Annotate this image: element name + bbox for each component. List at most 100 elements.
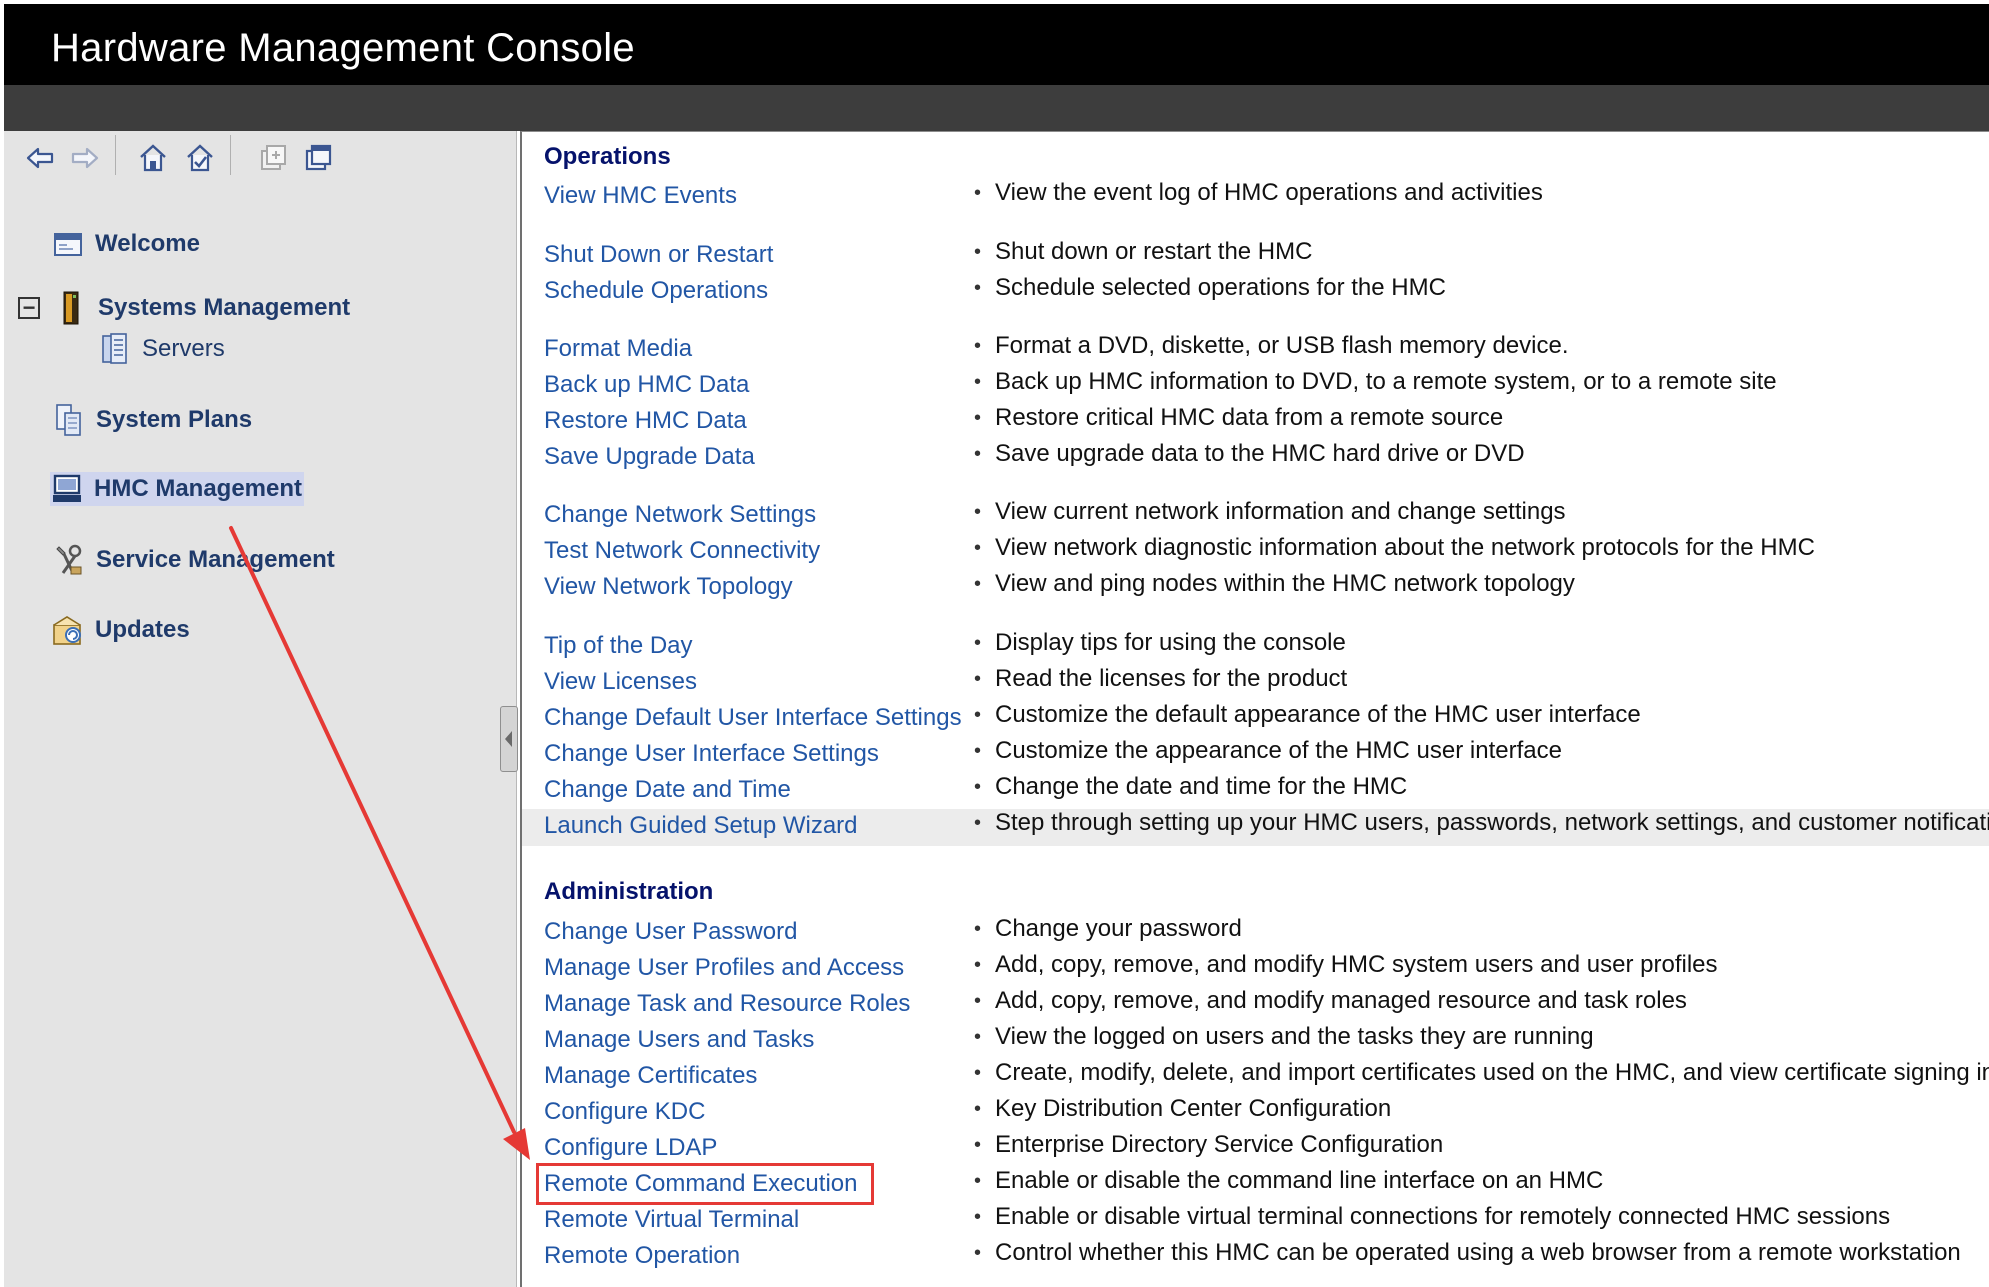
task-row-hover: Launch Guided Setup Wizard • Step throug… xyxy=(522,809,1989,846)
task-link[interactable]: Schedule Operations xyxy=(544,277,768,305)
task-link[interactable]: Change Network Settings xyxy=(544,501,816,529)
task-link[interactable]: Back up HMC Data xyxy=(544,371,749,399)
bullet: • xyxy=(974,335,982,357)
task-link[interactable]: Change Default User Interface Settings xyxy=(544,704,962,732)
sidebar-item-label: Updates xyxy=(95,616,190,643)
new-window-icon[interactable] xyxy=(254,139,292,177)
home-icon[interactable] xyxy=(134,139,172,177)
task-link[interactable]: Configure KDC xyxy=(544,1098,705,1126)
task-link[interactable]: Save Upgrade Data xyxy=(544,443,755,471)
bullet: • xyxy=(974,443,982,465)
task-link[interactable]: Remote Operation xyxy=(544,1242,740,1270)
sidebar-item-hmc-management[interactable]: HMC Management xyxy=(50,472,305,506)
sidebar-item-systems-management[interactable]: Systems Management xyxy=(54,291,350,325)
updates-icon xyxy=(51,613,85,647)
task-row: Restore HMC Data • Restore critical HMC … xyxy=(522,404,1989,441)
computer-icon xyxy=(50,472,84,506)
task-link[interactable]: Change User Interface Settings xyxy=(544,740,879,768)
task-link[interactable]: Change User Password xyxy=(544,918,797,946)
bullet: • xyxy=(974,776,982,798)
bullet: • xyxy=(974,954,982,976)
task-description: View the event log of HMC operations and… xyxy=(995,179,1543,206)
task-row: Schedule Operations • Schedule selected … xyxy=(522,274,1989,311)
bullet: • xyxy=(974,182,982,204)
back-icon[interactable] xyxy=(21,139,59,177)
task-description: Read the licenses for the product xyxy=(995,665,1348,692)
task-description: Control whether this HMC can be operated… xyxy=(995,1239,1961,1266)
sidebar-item-welcome[interactable]: Welcome xyxy=(51,227,200,261)
sidebar-item-updates[interactable]: Updates xyxy=(51,613,190,647)
task-row: Remote Operation • Control whether this … xyxy=(522,1239,1989,1276)
set-home-icon[interactable] xyxy=(181,139,219,177)
window-icon[interactable] xyxy=(299,139,337,177)
annotation-highlight-box xyxy=(536,1163,874,1205)
task-row: View Licenses • Read the licenses for th… xyxy=(522,665,1989,702)
bullet: • xyxy=(974,918,982,940)
task-description: Save upgrade data to the HMC hard drive … xyxy=(995,440,1525,467)
task-row: View Network Topology • View and ping no… xyxy=(522,570,1989,607)
collapse-icon[interactable]: − xyxy=(18,297,40,319)
task-description: Customize the default appearance of the … xyxy=(995,701,1641,728)
bullet: • xyxy=(974,632,982,654)
task-row: Manage Task and Resource Roles • Add, co… xyxy=(522,987,1989,1024)
task-link[interactable]: View Network Topology xyxy=(544,573,793,601)
task-link[interactable]: Configure LDAP xyxy=(544,1134,717,1162)
task-row: Change Date and Time • Change the date a… xyxy=(522,773,1989,810)
sidebar-item-servers[interactable]: Servers xyxy=(98,332,225,366)
task-link[interactable]: Restore HMC Data xyxy=(544,407,747,435)
task-description: Enable or disable the command line inter… xyxy=(995,1167,1604,1194)
task-link[interactable]: Test Network Connectivity xyxy=(544,537,820,565)
forward-icon[interactable] xyxy=(66,139,104,177)
task-description: Back up HMC information to DVD, to a rem… xyxy=(995,368,1777,395)
task-link[interactable]: Manage Task and Resource Roles xyxy=(544,990,910,1018)
task-link[interactable]: View HMC Events xyxy=(544,182,737,210)
task-row: Change Network Settings • View current n… xyxy=(522,498,1989,535)
pane-collapse-handle[interactable] xyxy=(500,706,518,772)
task-description: Restore critical HMC data from a remote … xyxy=(995,404,1504,431)
task-description: Key Distribution Center Configuration xyxy=(995,1095,1392,1122)
task-link[interactable]: Manage Certificates xyxy=(544,1062,757,1090)
systems-management-toggle[interactable]: − xyxy=(18,297,40,319)
sidebar-item-label: Service Management xyxy=(96,546,335,573)
bullet: • xyxy=(974,371,982,393)
task-description: Schedule selected operations for the HMC xyxy=(995,274,1446,301)
task-row: Test Network Connectivity • View network… xyxy=(522,534,1989,571)
task-link[interactable]: Format Media xyxy=(544,335,692,363)
sidebar-item-system-plans[interactable]: System Plans xyxy=(52,403,252,437)
toolbar-separator xyxy=(230,135,231,175)
bullet: • xyxy=(974,812,982,834)
sidebar-item-label: Servers xyxy=(142,335,225,362)
bullet: • xyxy=(974,537,982,559)
task-link[interactable]: Remote Virtual Terminal xyxy=(544,1206,799,1234)
task-description: View network diagnostic information abou… xyxy=(995,534,1815,561)
task-row: Change User Interface Settings • Customi… xyxy=(522,737,1989,774)
task-link[interactable]: Change Date and Time xyxy=(544,776,791,804)
bullet: • xyxy=(974,407,982,429)
bullet: • xyxy=(974,501,982,523)
tools-icon xyxy=(52,543,86,577)
task-description: Add, copy, remove, and modify HMC system… xyxy=(995,951,1718,978)
bullet: • xyxy=(974,1026,982,1048)
task-description: View the logged on users and the tasks t… xyxy=(995,1023,1594,1050)
task-row: Manage Certificates • Create, modify, de… xyxy=(522,1059,1989,1096)
task-description: Enable or disable virtual terminal conne… xyxy=(995,1203,1891,1230)
task-description: Display tips for using the console xyxy=(995,629,1346,656)
section-title-administration: Administration xyxy=(544,878,714,905)
task-link[interactable]: View Licenses xyxy=(544,668,697,696)
task-row: Shut Down or Restart • Shut down or rest… xyxy=(522,238,1989,275)
task-row: Change Default User Interface Settings •… xyxy=(522,701,1989,738)
task-link[interactable]: Launch Guided Setup Wizard xyxy=(544,812,858,840)
task-description: Enterprise Directory Service Configurati… xyxy=(995,1131,1444,1158)
navigation-pane: Welcome − Systems Management Servers Sys… xyxy=(4,131,517,1287)
task-link[interactable]: Manage Users and Tasks xyxy=(544,1026,814,1054)
task-description: Customize the appearance of the HMC user… xyxy=(995,737,1562,764)
header-subbar xyxy=(4,85,1989,131)
task-content-pane: Operations View HMC Events • View the ev… xyxy=(520,131,1989,1287)
task-link[interactable]: Tip of the Day xyxy=(544,632,693,660)
task-link[interactable]: Shut Down or Restart xyxy=(544,241,773,269)
task-row: Format Media • Format a DVD, diskette, o… xyxy=(522,332,1989,369)
sidebar-item-service-management[interactable]: Service Management xyxy=(52,543,335,577)
title-bar: Hardware Management Console xyxy=(4,4,1989,85)
servers-icon xyxy=(98,332,132,366)
task-link[interactable]: Manage User Profiles and Access xyxy=(544,954,904,982)
